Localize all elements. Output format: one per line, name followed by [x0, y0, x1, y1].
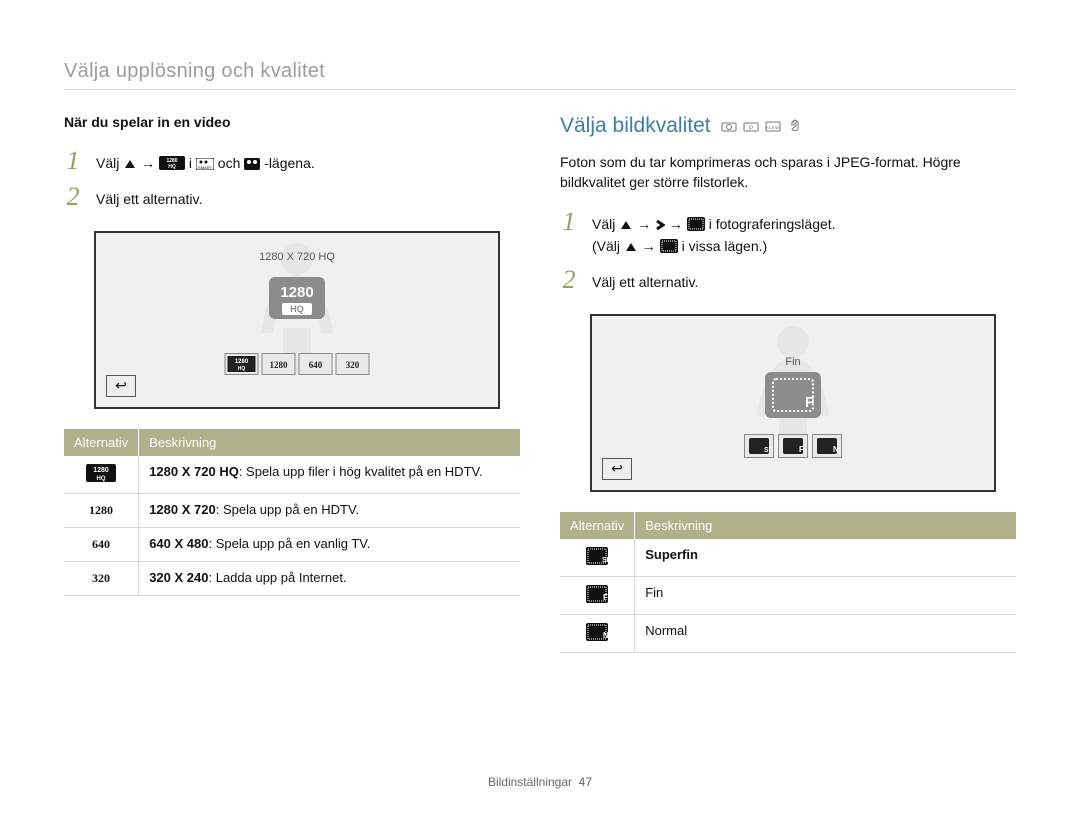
- left-column: När du spelar in en video 1 Välj → 1280H…: [64, 114, 520, 653]
- svg-text:HQ: HQ: [168, 164, 176, 170]
- step-number: 2: [64, 184, 82, 210]
- table-row: N Normal: [560, 614, 1016, 652]
- svg-text:SF: SF: [764, 447, 770, 454]
- video-mode-icon: [244, 158, 260, 170]
- svg-text:320: 320: [92, 571, 110, 584]
- back-button[interactable]: ↩: [602, 458, 632, 480]
- quality-f-icon: F: [586, 585, 608, 603]
- step-2-text: Välj ett alternativ.: [96, 184, 202, 210]
- opt-1280hq[interactable]: 1280HQ: [225, 353, 259, 375]
- left-screen-mock: 1280 X 720 HQ 1280 HQ 1280HQ 1280 640: [94, 231, 500, 409]
- step-1-text: Välj → → i fotograferingsläget. (Välj → …: [592, 209, 836, 258]
- screen-label: Fin: [785, 356, 800, 368]
- camera-icon: [721, 119, 737, 133]
- svg-text:N: N: [603, 631, 608, 640]
- right-table: Alternativ Beskrivning SF Superfin F Fin: [560, 512, 1016, 653]
- chevron-right-icon: [655, 219, 665, 231]
- menu-up-icon: [624, 241, 638, 253]
- step-number: 1: [64, 148, 82, 174]
- menu-up-icon: [619, 219, 633, 231]
- res-1280-icon: 1280: [86, 502, 116, 516]
- step-number: 1: [560, 209, 578, 235]
- opt-1280[interactable]: 1280: [262, 353, 296, 375]
- quality-sf-icon: SF: [586, 547, 608, 565]
- right-steps: 1 Välj → → i fotograferingsläget. (Välj …: [560, 209, 1016, 294]
- svg-text:F: F: [799, 445, 804, 454]
- svg-text:640: 640: [92, 537, 110, 550]
- svg-text:320: 320: [346, 360, 360, 370]
- svg-text:1280: 1280: [270, 360, 289, 370]
- res-320-icon: 320: [86, 570, 116, 584]
- th-alternativ: Alternativ: [64, 429, 139, 456]
- left-table: Alternativ Beskrivning 1280HQ 1280 X 720…: [64, 429, 520, 596]
- svg-text:SMART: SMART: [198, 165, 212, 170]
- step-number: 2: [560, 267, 578, 293]
- svg-text:1280: 1280: [235, 359, 249, 365]
- intro-paragraph: Foton som du tar komprimeras och sparas …: [560, 152, 1016, 193]
- menu-up-icon: [123, 158, 137, 170]
- quality-f[interactable]: F: [778, 434, 808, 458]
- th-beskrivning: Beskrivning: [635, 512, 1016, 539]
- svg-text:SCENE: SCENE: [766, 125, 780, 130]
- svg-text:P: P: [749, 126, 753, 132]
- table-row: 1280 1280 X 720: Spela upp på en HDTV.: [64, 493, 520, 527]
- step-1-text: Välj → 1280HQ i SMART och: [96, 148, 315, 174]
- divider: [64, 89, 1016, 90]
- table-row: 640 640 X 480: Spela upp på en vanlig TV…: [64, 527, 520, 561]
- svg-text:1280: 1280: [93, 467, 109, 474]
- smart-mode-icon: SMART: [196, 158, 214, 170]
- table-row: 1280HQ 1280 X 720 HQ: Spela upp filer i …: [64, 456, 520, 494]
- quality-icon: [687, 217, 705, 231]
- opt-640[interactable]: 640: [299, 353, 333, 375]
- back-icon: ↩: [115, 377, 127, 394]
- quality-option-row: SF F N: [744, 434, 842, 458]
- table-row: F Fin: [560, 576, 1016, 614]
- svg-text:HQ: HQ: [97, 476, 106, 482]
- svg-text:640: 640: [309, 360, 323, 370]
- th-beskrivning: Beskrivning: [139, 429, 520, 456]
- res-640-icon: 640: [86, 536, 116, 550]
- step-2-text: Välj ett alternativ.: [592, 267, 698, 293]
- breadcrumb: Välja upplösning och kvalitet: [64, 60, 1016, 83]
- table-row: SF Superfin: [560, 539, 1016, 577]
- quality-n[interactable]: N: [812, 434, 842, 458]
- quality-sf[interactable]: SF: [744, 434, 774, 458]
- quality-icon: [660, 239, 678, 253]
- opt-320[interactable]: 320: [336, 353, 370, 375]
- section-title: Välja bildkvalitet P SCENE: [560, 114, 1016, 138]
- svg-text:F: F: [603, 593, 608, 602]
- res-1280hq-icon: 1280HQ: [159, 156, 185, 170]
- right-column: Välja bildkvalitet P SCENE Foton som du …: [560, 114, 1016, 653]
- table-row: 320 320 X 240: Ladda upp på Internet.: [64, 561, 520, 595]
- svg-text:F: F: [805, 394, 814, 411]
- svg-text:HQ: HQ: [290, 304, 304, 314]
- svg-text:HQ: HQ: [238, 366, 246, 372]
- selected-quality-badge: F: [765, 372, 821, 418]
- screen-label: 1280 X 720 HQ: [259, 251, 335, 263]
- quality-n-icon: N: [586, 623, 608, 641]
- svg-text:1280: 1280: [280, 284, 313, 301]
- left-steps: 1 Välj → 1280HQ i SMART och: [64, 148, 520, 211]
- back-button[interactable]: ↩: [106, 375, 136, 397]
- page-footer: Bildinställningar 47: [0, 775, 1080, 789]
- svg-text:SF: SF: [602, 557, 608, 564]
- right-screen-mock: Fin F SF F N ↩: [590, 314, 996, 492]
- svg-text:N: N: [833, 445, 838, 454]
- scene-icon: SCENE: [765, 119, 781, 133]
- back-icon: ↩: [611, 460, 623, 477]
- res-1280hq-icon: 1280 HQ: [86, 464, 116, 482]
- hand-icon: [787, 119, 803, 133]
- left-subhead: När du spelar in en video: [64, 114, 520, 130]
- svg-text:1280: 1280: [89, 503, 113, 516]
- option-row: 1280HQ 1280 640 320: [225, 353, 370, 375]
- th-alternativ: Alternativ: [560, 512, 635, 539]
- camera-p-icon: P: [743, 119, 759, 133]
- selected-badge: 1280 HQ: [269, 277, 325, 319]
